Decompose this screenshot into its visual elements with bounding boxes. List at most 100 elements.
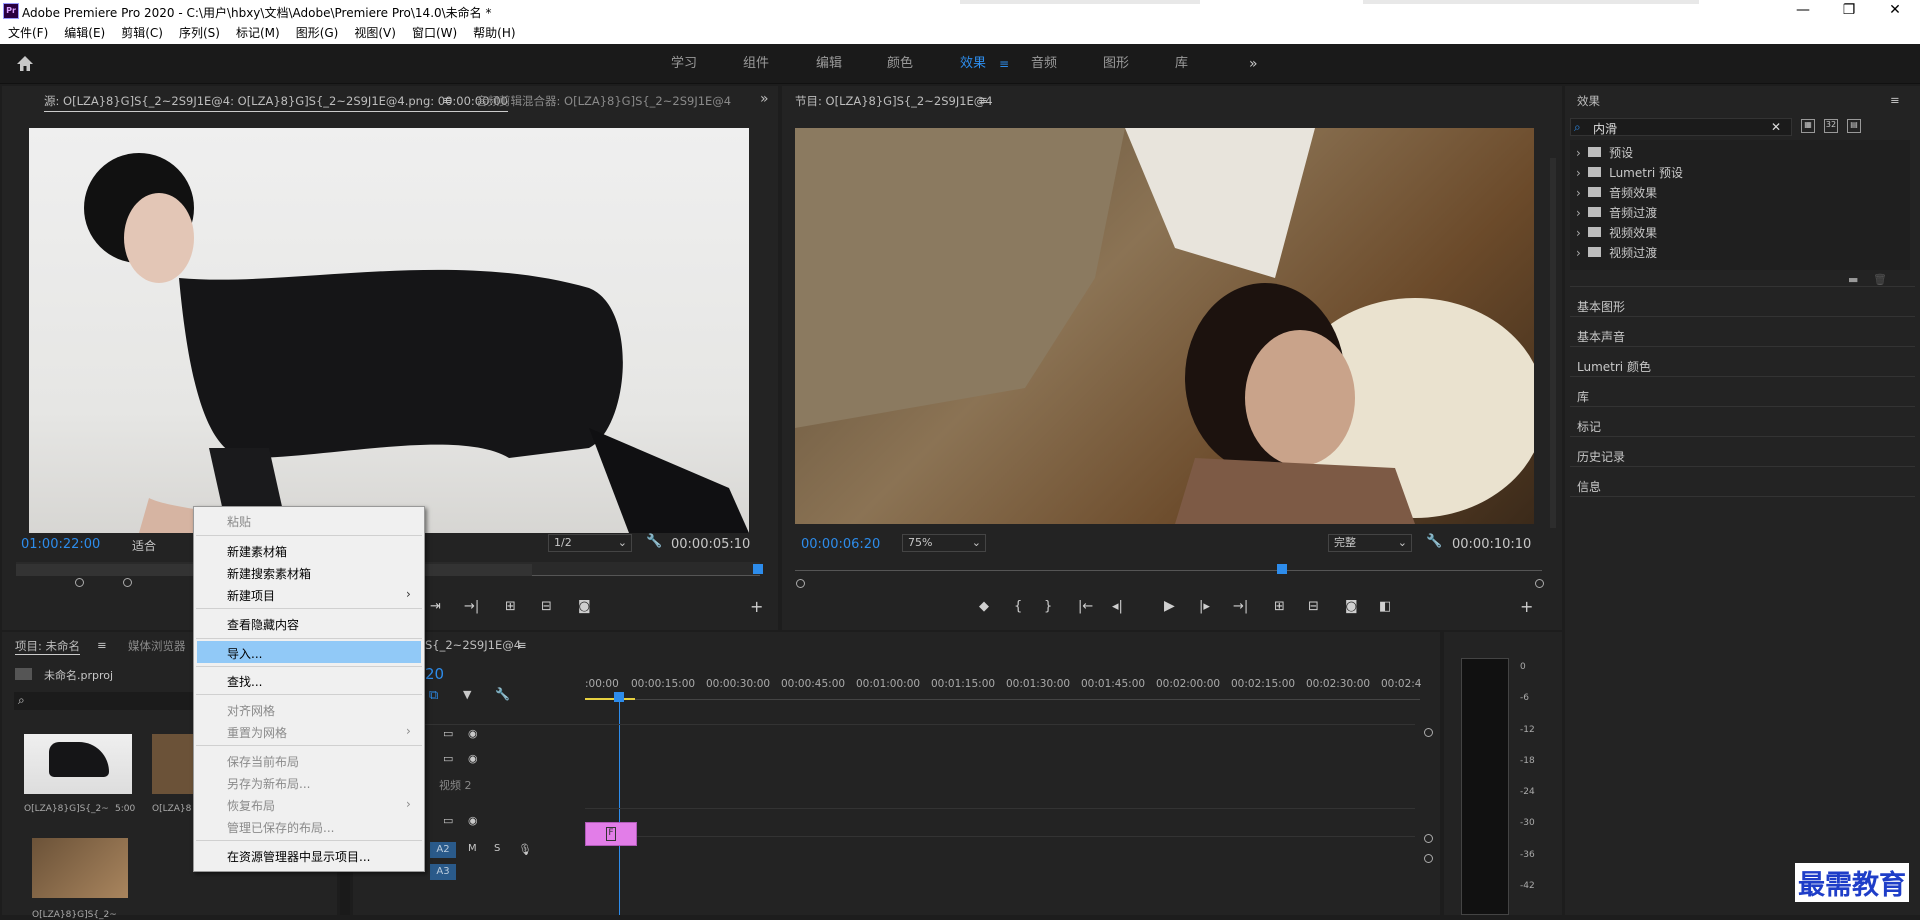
- panel-overflow-icon[interactable]: »: [760, 91, 769, 107]
- effects-tree-item[interactable]: › 视频效果: [1576, 224, 1906, 241]
- source-zoom-handle-right[interactable]: [123, 578, 132, 587]
- project-thumbnail-1[interactable]: [24, 734, 132, 794]
- track-eye-icon[interactable]: ◉: [468, 814, 478, 827]
- effects-tree-item[interactable]: › 视频过渡: [1576, 244, 1906, 261]
- work-area-bar[interactable]: [585, 698, 635, 700]
- program-zoom-dropdown[interactable]: 75% ⌄: [902, 534, 986, 552]
- maximize-button[interactable]: ❐: [1826, 0, 1872, 22]
- menu-item-find[interactable]: 查找...: [227, 673, 262, 690]
- workspace-overflow-icon[interactable]: »: [1249, 44, 1258, 84]
- voiceover-mic-icon[interactable]: 🎙: [518, 843, 532, 856]
- menu-help[interactable]: 帮助(H): [465, 22, 523, 44]
- workspace-libraries[interactable]: 库: [1175, 44, 1188, 84]
- effects-tree-item[interactable]: › Lumetri 预设: [1576, 164, 1906, 181]
- program-scrollbar[interactable]: [1550, 158, 1556, 528]
- timeline-tab-menu-icon[interactable]: ≡: [517, 638, 527, 652]
- timeline-tab[interactable]: S{_2~2S9J1E@4: [425, 638, 521, 652]
- project-tab[interactable]: 项目: 未命名: [15, 638, 81, 655]
- solo-button[interactable]: S: [494, 843, 500, 854]
- workspace-audio[interactable]: 音频: [1031, 44, 1057, 84]
- vertical-zoom-handle[interactable]: [1424, 854, 1433, 863]
- menu-item-import[interactable]: 导入...: [227, 645, 262, 662]
- source-tab[interactable]: 源: O[LZA}8}G]S{_2~2S9J1E@4: O[LZA}8}G]S{…: [44, 93, 508, 112]
- extract-icon[interactable]: ⊟: [1308, 599, 1319, 614]
- marker-icon[interactable]: ▼: [463, 688, 471, 701]
- info-section[interactable]: 信息: [1577, 478, 1601, 495]
- workspace-editing[interactable]: 编辑: [816, 44, 842, 84]
- workspace-learning[interactable]: 学习: [671, 44, 697, 84]
- track-eye-icon[interactable]: ◉: [468, 727, 478, 740]
- workspace-menu-icon[interactable]: ≡: [999, 44, 1009, 84]
- timeline-playhead[interactable]: [614, 692, 624, 702]
- yuv-effects-icon[interactable]: ▤: [1847, 119, 1861, 133]
- source-timecode[interactable]: 01:00:22:00: [21, 537, 100, 552]
- menu-item-new-bin[interactable]: 新建素材箱: [227, 543, 287, 560]
- video-clip[interactable]: F: [585, 822, 637, 846]
- program-tab[interactable]: 节目: O[LZA}8}G]S{_2~2S9J1E@4: [795, 93, 993, 109]
- menu-item-restore-layout[interactable]: 恢复布局: [227, 797, 275, 814]
- go-to-in-icon[interactable]: |←: [1078, 599, 1093, 614]
- program-timeline-ruler[interactable]: [795, 561, 1542, 571]
- project-thumbnail-3[interactable]: [32, 838, 128, 898]
- compare-view-icon[interactable]: ◧: [1379, 599, 1391, 614]
- play-icon[interactable]: ▶: [1164, 598, 1175, 614]
- insert-icon[interactable]: ⊞: [505, 599, 516, 614]
- effects-tree-item[interactable]: › 预设: [1576, 144, 1906, 161]
- lift-icon[interactable]: ⊞: [1274, 599, 1285, 614]
- program-tab-menu-icon[interactable]: ≡: [978, 93, 988, 107]
- accelerated-effects-icon[interactable]: ▦: [1801, 119, 1815, 133]
- program-quality-dropdown[interactable]: 完整 ⌄: [1328, 534, 1412, 552]
- step-forward-icon[interactable]: ⇥: [430, 599, 441, 614]
- go-to-out-icon[interactable]: →|: [464, 599, 479, 614]
- effects-tree-item[interactable]: › 音频效果: [1576, 184, 1906, 201]
- program-zoom-handle-right[interactable]: [1535, 579, 1544, 588]
- mute-button[interactable]: M: [468, 843, 477, 854]
- go-to-out-icon[interactable]: →|: [1233, 599, 1248, 614]
- history-section[interactable]: 历史记录: [1577, 448, 1625, 465]
- program-playhead[interactable]: [1277, 564, 1287, 574]
- workspace-color[interactable]: 颜色: [887, 44, 913, 84]
- track-output-icon[interactable]: ▭: [443, 727, 453, 740]
- libraries-section[interactable]: 库: [1577, 388, 1589, 405]
- new-bin-icon[interactable]: ▬: [1848, 273, 1858, 286]
- timeline-settings-wrench-icon[interactable]: 🔧: [495, 687, 510, 701]
- program-zoom-handle-left[interactable]: [796, 579, 805, 588]
- vertical-zoom-handle[interactable]: [1424, 834, 1433, 843]
- add-button-icon[interactable]: +: [750, 597, 763, 616]
- audio-clip-mixer-tab[interactable]: 音频剪辑混合器: O[LZA}8}G]S{_2~2S9J1E@4: [476, 93, 731, 109]
- menu-item-paste[interactable]: 粘贴: [227, 513, 251, 530]
- track-a2-label[interactable]: A2: [430, 842, 456, 858]
- vertical-zoom-handle[interactable]: [1424, 728, 1433, 737]
- program-timecode[interactable]: 00:00:06:20: [801, 537, 880, 552]
- snap-icon[interactable]: ⧉: [429, 688, 438, 703]
- workspace-effects[interactable]: 效果: [960, 44, 986, 84]
- minimize-button[interactable]: —: [1780, 0, 1826, 22]
- menu-item-reset-grid[interactable]: 重置为网格: [227, 724, 287, 741]
- home-icon[interactable]: [16, 55, 34, 72]
- project-thumbnail-2[interactable]: [152, 734, 197, 794]
- menu-item-align-grid[interactable]: 对齐网格: [227, 702, 275, 719]
- essential-graphics-section[interactable]: 基本图形: [1577, 298, 1625, 315]
- add-marker-icon[interactable]: ◆: [979, 599, 989, 614]
- step-back-icon[interactable]: ◂|: [1112, 599, 1123, 614]
- close-button[interactable]: ✕: [1872, 0, 1918, 22]
- menu-clip[interactable]: 剪辑(C): [113, 22, 171, 44]
- effects-menu-icon[interactable]: ≡: [1890, 93, 1900, 107]
- menu-graphics[interactable]: 图形(G): [288, 22, 347, 44]
- clear-search-icon[interactable]: ✕: [1771, 120, 1781, 134]
- menu-item-new-item[interactable]: 新建项目: [227, 587, 275, 604]
- menu-view[interactable]: 视图(V): [346, 22, 404, 44]
- track-eye-icon[interactable]: ◉: [468, 752, 478, 765]
- overwrite-icon[interactable]: ⊟: [541, 599, 552, 614]
- menu-window[interactable]: 窗口(W): [404, 22, 465, 44]
- menu-edit[interactable]: 编辑(E): [56, 22, 113, 44]
- timeline-ruler[interactable]: :00:00 00:00:15:00 00:00:30:00 00:00:45:…: [585, 674, 1421, 700]
- menu-item-save-layout[interactable]: 保存当前布局: [227, 753, 299, 770]
- export-frame-icon[interactable]: ◙: [1345, 599, 1358, 614]
- menu-item-view-hidden[interactable]: 查看隐藏内容: [227, 616, 299, 633]
- effects-search-input[interactable]: ⌕ 内滑 ✕: [1570, 118, 1792, 136]
- workspace-assembly[interactable]: 组件: [743, 44, 769, 84]
- source-zoom-handle-left[interactable]: [75, 578, 84, 587]
- export-frame-icon[interactable]: ◙: [578, 599, 591, 614]
- add-button-icon[interactable]: +: [1520, 597, 1533, 616]
